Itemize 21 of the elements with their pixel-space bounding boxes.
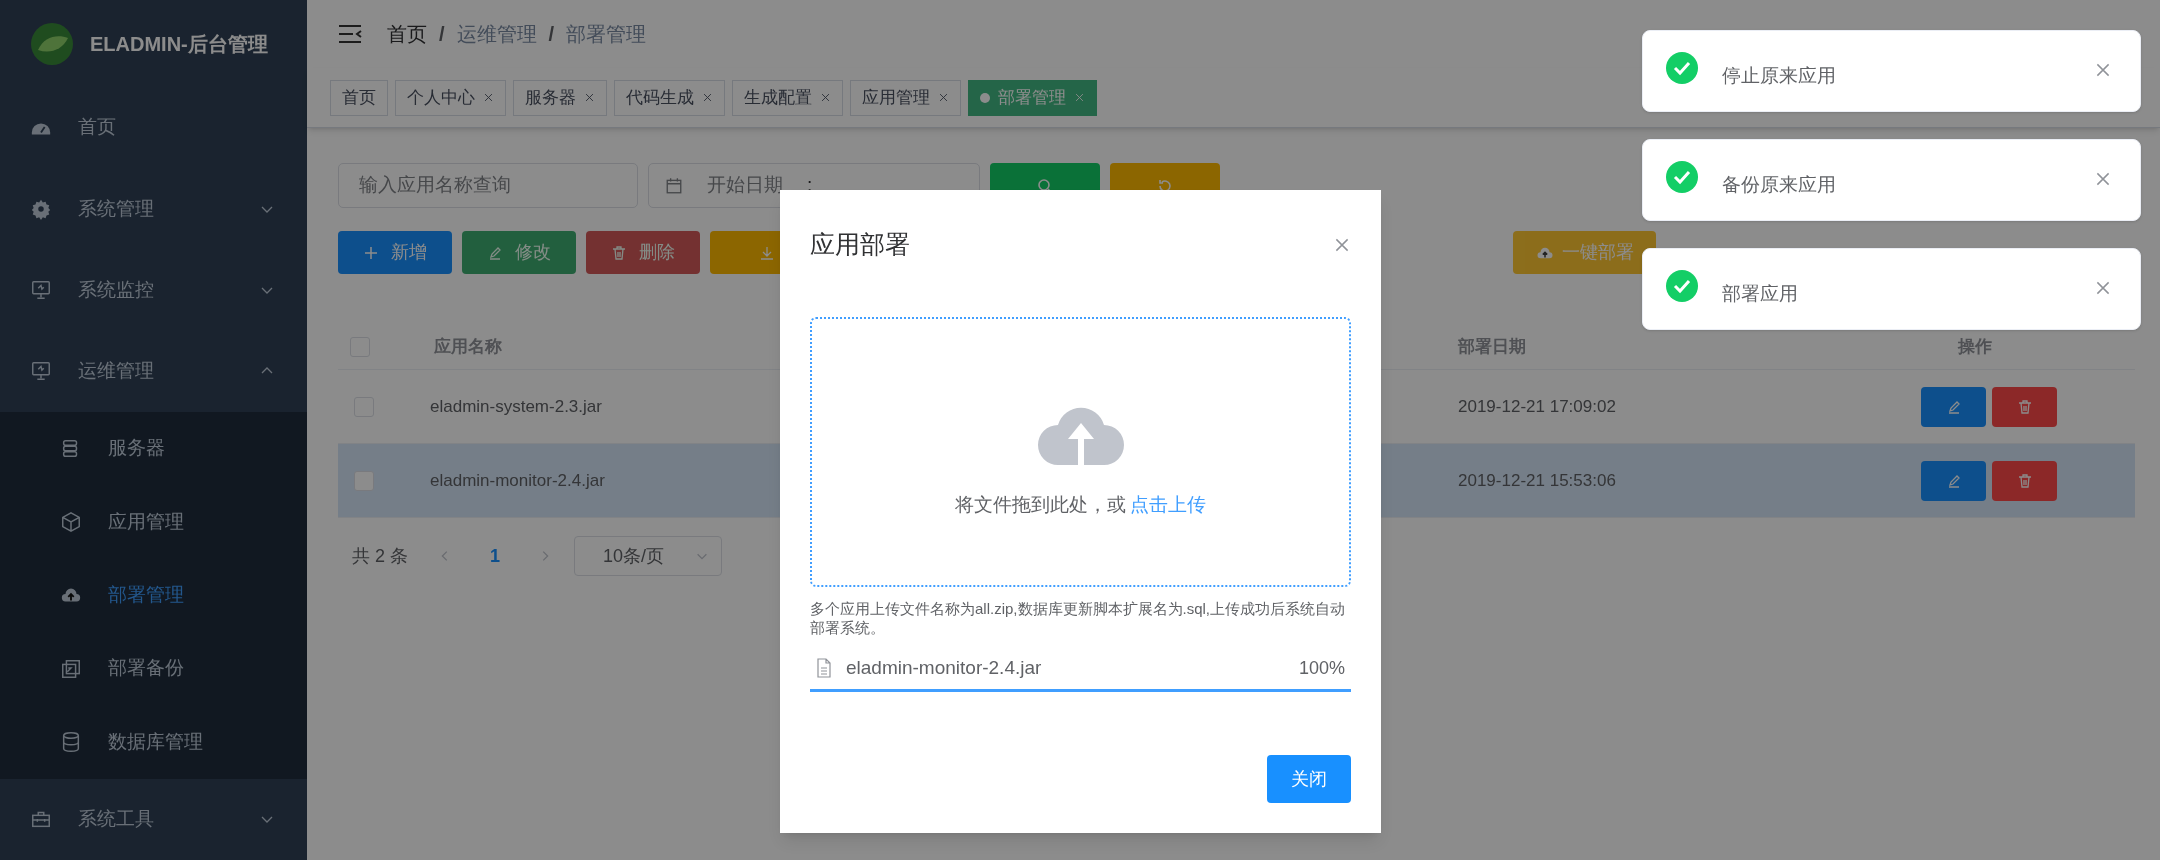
upload-instruction: 将文件拖到此处，或 点击上传 [955,492,1206,517]
column-header: 部署日期 [1458,335,1527,358]
column-header: 应用名称 [434,335,503,358]
table-cell-text: 2019-12-21 17:09:02 [1458,395,1617,418]
table-cell-text: eladmin-monitor-2.4.jar [430,469,606,492]
column-header: 操作 [1958,335,1992,358]
breadcrumb-item: 部署管理 [566,22,647,47]
breadcrumb-separator: / [548,22,555,47]
table-cell-text: eladmin-system-2.3.jar [430,395,603,418]
notification-message: 停止原来应用 [1722,63,1837,88]
upload-tip: 多个应用上传文件名称为all.zip,数据库更新脚本扩展名为.sql,上传成功后系统自动部署系统。 [810,599,1347,637]
upload-percent: 100% [1298,656,1345,680]
notification-message: 部署应用 [1722,281,1799,306]
breadcrumb-separator: / [439,22,445,47]
app-title: ELADMIN-后台管理 [90,31,268,57]
total-count: 共 2 条 [352,544,408,568]
start-date-placeholder: 开始日期 [707,173,783,198]
file-name: eladmin-monitor-2.4.jar [846,655,1043,680]
notification-message: 备份原来应用 [1722,172,1837,197]
dialog-title: 应用部署 [810,229,910,261]
table-cell-text: 2019-12-21 15:53:06 [1458,469,1617,492]
